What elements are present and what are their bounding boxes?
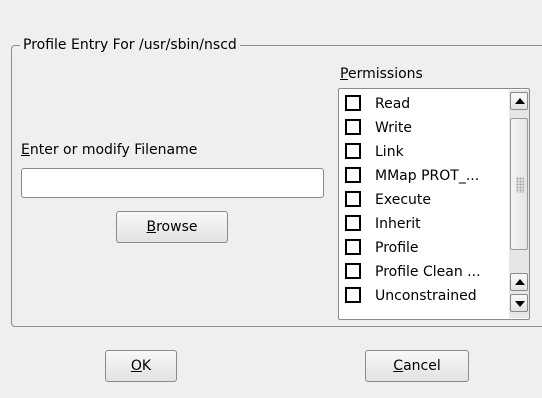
checkbox-icon[interactable] — [345, 191, 361, 207]
grip-icon — [516, 177, 524, 193]
arrow-up-icon — [515, 98, 525, 104]
cancel-button[interactable]: Cancel — [365, 350, 469, 382]
arrow-up-icon — [515, 279, 525, 285]
permissions-label: Permissions — [340, 66, 423, 82]
checkbox-icon[interactable] — [345, 143, 361, 159]
checkbox-icon[interactable] — [345, 239, 361, 255]
scrollbar-thumb[interactable] — [510, 118, 528, 250]
browse-button[interactable]: Browse — [116, 211, 228, 243]
scroll-up-button-lower[interactable] — [510, 273, 528, 291]
checkbox-icon[interactable] — [345, 215, 361, 231]
scroll-down-button[interactable] — [510, 294, 528, 312]
ok-button[interactable]: OK — [105, 350, 177, 382]
filename-label: Enter or modify Filename — [21, 142, 198, 158]
checkbox-icon[interactable] — [345, 95, 361, 111]
permissions-list[interactable]: Read Write Link MMap PROT_... Execute In… — [338, 88, 530, 320]
checkbox-icon[interactable] — [345, 167, 361, 183]
scroll-up-button[interactable] — [510, 92, 528, 110]
checkbox-icon[interactable] — [345, 119, 361, 135]
filename-input[interactable] — [21, 168, 324, 198]
checkbox-icon[interactable] — [345, 287, 361, 303]
checkbox-icon[interactable] — [345, 263, 361, 279]
arrow-down-icon — [515, 301, 525, 307]
groupbox-title: Profile Entry For /usr/sbin/nscd — [20, 36, 240, 54]
permissions-scrollbar[interactable] — [509, 90, 529, 318]
